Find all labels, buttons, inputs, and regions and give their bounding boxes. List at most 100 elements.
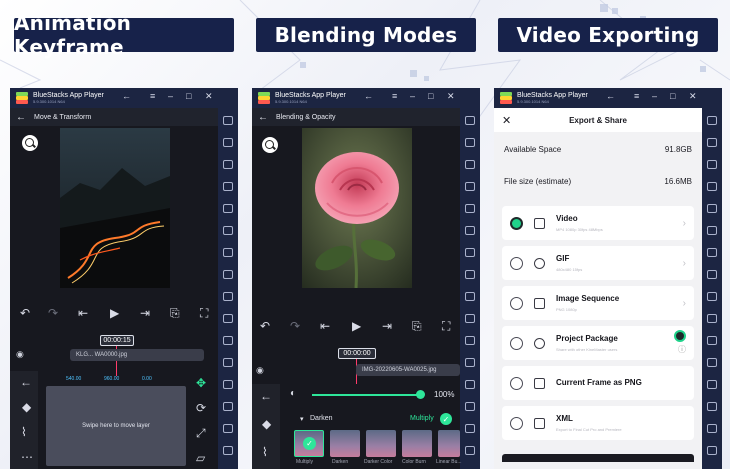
- sidebar-tool-icon[interactable]: [707, 160, 717, 169]
- close-icon[interactable]: ✕: [205, 92, 213, 101]
- sidebar-tool-icon[interactable]: [223, 380, 233, 389]
- redo-icon[interactable]: ↷: [290, 320, 300, 332]
- radio-unselected[interactable]: [510, 336, 523, 350]
- sidebar-tool-icon[interactable]: [465, 116, 475, 125]
- sidebar-tool-icon[interactable]: [465, 446, 475, 455]
- blend-thumb-multiply[interactable]: ✓: [294, 430, 324, 457]
- sidebar-tool-icon[interactable]: [465, 292, 475, 301]
- sidebar-tool-icon[interactable]: [223, 248, 233, 257]
- position-y-value[interactable]: 960.00: [104, 376, 119, 382]
- play-icon[interactable]: ▶: [110, 307, 119, 319]
- sidebar-tool-icon[interactable]: [465, 314, 475, 323]
- visibility-icon[interactable]: ◉: [256, 365, 264, 376]
- info-icon[interactable]: ⓘ: [678, 344, 686, 355]
- sidebar-tool-icon[interactable]: [223, 182, 233, 191]
- undo-icon[interactable]: ↶: [20, 307, 30, 319]
- sidebar-tool-icon[interactable]: [223, 358, 233, 367]
- sidebar-tool-icon[interactable]: [707, 248, 717, 257]
- minimize-icon[interactable]: –: [652, 92, 657, 101]
- export-option-project-package[interactable]: Project Package Share with other KineMas…: [502, 326, 694, 360]
- opacity-slider[interactable]: [312, 394, 420, 396]
- transform-swipe-area[interactable]: Swipe here to move layer: [46, 386, 186, 466]
- sidebar-tool-icon[interactable]: [465, 402, 475, 411]
- zoom-icon[interactable]: [262, 137, 278, 153]
- sidebar-tool-icon[interactable]: [465, 204, 475, 213]
- export-share-icon[interactable]: ⎘: [412, 320, 422, 332]
- sidebar-tool-icon[interactable]: [707, 424, 717, 433]
- back-arrow-icon[interactable]: ←: [122, 92, 131, 101]
- skip-end-icon[interactable]: ⇥: [382, 320, 392, 332]
- sidebar-tool-icon[interactable]: [223, 446, 233, 455]
- sidebar-tool-icon[interactable]: [465, 380, 475, 389]
- sidebar-tool-icon[interactable]: [465, 270, 475, 279]
- close-icon[interactable]: ✕: [689, 92, 697, 101]
- back-arrow-icon[interactable]: ←: [258, 112, 268, 123]
- sidebar-tool-icon[interactable]: [465, 226, 475, 235]
- export-share-icon[interactable]: ⎘: [170, 307, 180, 319]
- keyframe-icon[interactable]: ◆: [22, 401, 31, 413]
- sidebar-tool-icon[interactable]: [223, 314, 233, 323]
- sidebar-tool-icon[interactable]: [223, 138, 233, 147]
- sidebar-tool-icon[interactable]: [707, 336, 717, 345]
- close-icon[interactable]: ✕: [447, 92, 455, 101]
- sidebar-tool-icon[interactable]: [465, 424, 475, 433]
- sidebar-tool-icon[interactable]: [707, 182, 717, 191]
- sidebar-tool-icon[interactable]: [465, 160, 475, 169]
- video-preview[interactable]: [60, 128, 170, 288]
- sidebar-tool-icon[interactable]: [707, 380, 717, 389]
- sidebar-tool-icon[interactable]: [465, 358, 475, 367]
- minimize-icon[interactable]: –: [410, 92, 415, 101]
- menu-icon[interactable]: ≡: [150, 92, 155, 101]
- sidebar-tool-icon[interactable]: [223, 160, 233, 169]
- play-icon[interactable]: ▶: [352, 320, 361, 332]
- sidebar-tool-icon[interactable]: [707, 116, 717, 125]
- skip-start-icon[interactable]: ⇤: [78, 307, 88, 319]
- sidebar-tool-icon[interactable]: [465, 336, 475, 345]
- sidebar-tool-icon[interactable]: [223, 402, 233, 411]
- move-icon[interactable]: ✥: [196, 376, 206, 390]
- back-arrow-icon[interactable]: ←: [260, 390, 272, 402]
- opacity-slider-knob[interactable]: [416, 390, 425, 399]
- maximize-icon[interactable]: □: [428, 92, 433, 101]
- export-option-gif[interactable]: GIF 480x480 15fps ›: [502, 246, 694, 280]
- minimize-icon[interactable]: –: [168, 92, 173, 101]
- timeline-clip[interactable]: IMG-20220605-WA0025.jpg: [356, 364, 460, 376]
- export-button-edge[interactable]: [502, 454, 694, 462]
- sidebar-tool-icon[interactable]: [707, 358, 717, 367]
- skip-start-icon[interactable]: ⇤: [320, 320, 330, 332]
- maximize-icon[interactable]: □: [186, 92, 191, 101]
- sidebar-tool-icon[interactable]: [707, 314, 717, 323]
- visibility-icon[interactable]: ◉: [16, 349, 24, 360]
- sidebar-tool-icon[interactable]: [223, 204, 233, 213]
- rotate-icon[interactable]: ⟳: [196, 401, 206, 415]
- sidebar-tool-icon[interactable]: [707, 270, 717, 279]
- menu-icon[interactable]: ≡: [392, 92, 397, 101]
- curve-icon[interactable]: ⌇: [262, 446, 268, 458]
- radio-unselected[interactable]: [510, 256, 523, 270]
- sidebar-tool-icon[interactable]: [223, 292, 233, 301]
- undo-icon[interactable]: ↶: [260, 320, 270, 332]
- sidebar-tool-icon[interactable]: [223, 336, 233, 345]
- sidebar-tool-icon[interactable]: [465, 182, 475, 191]
- blend-thumb-darken[interactable]: [330, 430, 360, 457]
- sidebar-tool-icon[interactable]: [707, 446, 717, 455]
- zoom-icon[interactable]: [22, 135, 38, 151]
- timeline-clip[interactable]: KLG... WA0000.jpg: [70, 349, 204, 361]
- back-arrow-icon[interactable]: ←: [364, 92, 373, 101]
- radio-unselected[interactable]: [510, 376, 523, 390]
- more-icon[interactable]: ⋯: [21, 451, 33, 463]
- back-arrow-icon[interactable]: ←: [20, 376, 32, 388]
- chevron-right-icon[interactable]: ›: [683, 258, 686, 269]
- chevron-right-icon[interactable]: ›: [683, 298, 686, 309]
- sidebar-tool-icon[interactable]: [707, 204, 717, 213]
- blend-thumb-color-burn[interactable]: [402, 430, 432, 457]
- chevron-right-icon[interactable]: ›: [683, 218, 686, 229]
- position-x-value[interactable]: 540.00: [66, 376, 81, 382]
- sidebar-tool-icon[interactable]: [707, 292, 717, 301]
- menu-icon[interactable]: ≡: [634, 92, 639, 101]
- keyframe-icon[interactable]: ◆: [262, 418, 271, 430]
- redo-icon[interactable]: ↷: [48, 307, 58, 319]
- back-arrow-icon[interactable]: ←: [16, 112, 26, 123]
- crop-icon[interactable]: ⛶: [200, 307, 208, 319]
- radio-selected[interactable]: [510, 216, 523, 230]
